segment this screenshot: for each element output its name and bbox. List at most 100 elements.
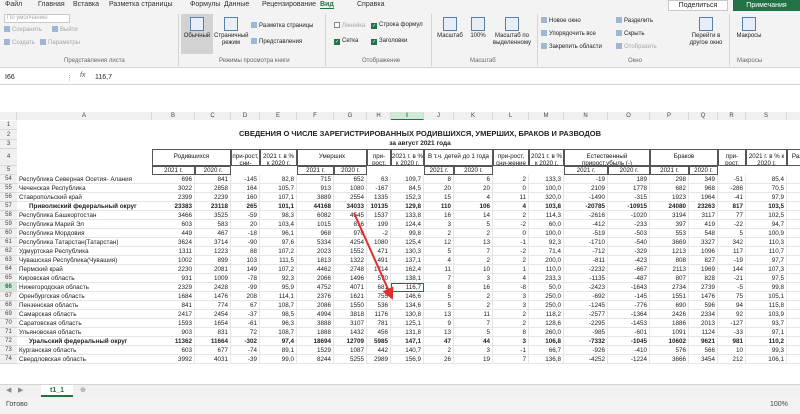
separator <box>537 14 538 66</box>
zoom-sel-label: Масштаб по выделенному <box>492 33 532 46</box>
spreadsheet-grid[interactable]: ABCDEFGHIJKLMNOPQRST СВЕДЕНИЯ О ЧИСЛЕ ЗА… <box>0 85 800 384</box>
save-icon <box>4 26 10 32</box>
group-window-label: Окно <box>628 58 642 64</box>
separator <box>729 14 730 66</box>
menu-tab[interactable]: Формулы <box>190 1 220 8</box>
row-header[interactable]: 1 <box>0 121 17 130</box>
formula-input[interactable]: 116,7 <box>95 72 112 83</box>
new-window-label: Новое окно <box>549 18 581 24</box>
gridlines-checkbox[interactable]: ✓ Сетка <box>334 38 358 45</box>
separator <box>178 14 179 66</box>
formula-bar: I66 ⋮ fx 116,7 <box>0 69 800 85</box>
add-sheet-icon[interactable]: ⊕ <box>80 386 86 394</box>
zoom-selection-icon <box>505 17 519 31</box>
menu-tab[interactable]: Рецензирование <box>262 1 316 8</box>
zoom-button[interactable]: Масштаб <box>434 14 466 54</box>
options-icon <box>40 39 46 45</box>
status-ready: Готово <box>6 401 28 408</box>
notes-button[interactable]: Примечания <box>733 0 800 11</box>
exit-button[interactable]: Выйти <box>52 26 78 33</box>
separator <box>431 14 432 66</box>
row-header[interactable]: 2 <box>0 130 17 140</box>
formula-bar-divider-icon: ⋮ <box>66 75 73 82</box>
keep-button[interactable]: Сохранить <box>4 26 42 33</box>
page-mode-label: Страничный режим <box>214 33 249 46</box>
group-sheet-view-label: Представления листа <box>64 58 125 64</box>
checkbox-icon <box>334 22 340 28</box>
normal-view-button[interactable]: Обычный <box>181 14 213 54</box>
group-macros-label: Макросы <box>737 58 763 64</box>
unhide-icon <box>616 43 622 49</box>
freeze-icon <box>541 43 547 49</box>
exit-label: Выйти <box>60 27 78 33</box>
page-layout-icon <box>251 22 257 28</box>
split-button[interactable]: Разделить <box>616 17 653 24</box>
scroll-right-icon[interactable]: ▶ <box>18 386 23 394</box>
macros-button[interactable]: Макросы <box>734 14 764 54</box>
zoom-100-icon <box>471 17 485 31</box>
formula-bar-checkbox[interactable]: ✓ Строка формул <box>371 22 423 29</box>
magnifier-icon <box>443 17 457 31</box>
menu-tab[interactable]: Главная <box>38 1 65 8</box>
status-zoom[interactable]: 100% <box>770 401 788 408</box>
checkbox-checked-icon: ✓ <box>371 23 377 29</box>
zoom100-label: 100% <box>470 33 486 39</box>
row-header[interactable]: 3 <box>0 140 17 149</box>
switch-windows-icon <box>699 17 713 31</box>
headings-label: Заголовки <box>379 38 408 44</box>
scroll-left-icon[interactable]: ◀ <box>6 386 11 394</box>
red-arrow-icon <box>353 212 394 300</box>
ribbon: По умолчанию Сохранить Выйти Создать Пар… <box>0 11 800 68</box>
zoom-100-button[interactable]: 100% <box>466 14 490 54</box>
function-icon[interactable]: fx <box>80 72 85 79</box>
page-break-view-button[interactable]: Страничный режим <box>214 14 249 54</box>
group-zoom-label: Масштаб <box>470 58 496 64</box>
headings-checkbox[interactable]: ✓ Заголовки <box>371 38 407 45</box>
options-button[interactable]: Параметры <box>40 39 80 46</box>
menu-tab[interactable]: Разметка страницы <box>109 1 173 8</box>
page-layout-label: Разметка страницы <box>259 23 314 29</box>
freeze-panes-button[interactable]: Закрепить области <box>541 43 602 50</box>
arrange-all-button[interactable]: Упорядочить все <box>541 30 596 37</box>
sheet-tab[interactable]: t1_1 <box>41 385 73 397</box>
row-header[interactable]: 4 <box>0 149 17 166</box>
ruler-checkbox[interactable]: Линейка <box>334 22 365 29</box>
menu-tab[interactable]: Вид <box>320 1 334 9</box>
menu-tab[interactable]: Данные <box>224 1 249 8</box>
hide-button[interactable]: Скрыть <box>616 30 644 37</box>
formula-bar-label: Строка формул <box>379 22 423 28</box>
keep-label: Сохранить <box>12 27 42 33</box>
sheet-view-select[interactable]: По умолчанию <box>4 14 70 23</box>
hide-icon <box>616 30 622 36</box>
new-label: Создать <box>12 40 35 46</box>
zoom-selection-button[interactable]: Масштаб по выделенному <box>490 14 534 54</box>
name-box[interactable]: I66 <box>3 72 49 83</box>
exit-icon <box>52 26 58 32</box>
menu-tab[interactable]: Файл <box>5 1 22 8</box>
new-window-button[interactable]: Новое окно <box>541 17 581 24</box>
custom-views-label: Представления <box>259 39 303 45</box>
hide-label: Скрыть <box>624 31 645 37</box>
group-show-label: Отображение <box>362 58 401 64</box>
options-label: Параметры <box>48 40 80 46</box>
freeze-label: Закрепить области <box>549 44 602 50</box>
new-view-button[interactable]: Создать <box>4 39 35 46</box>
switch-windows-button[interactable]: Перейти в другое окно <box>686 14 726 54</box>
ruler-label: Линейка <box>342 23 366 29</box>
unhide-button[interactable]: Отобразить <box>616 43 657 50</box>
share-button[interactable]: Поделиться <box>668 0 728 11</box>
custom-views-button[interactable]: Представления <box>251 38 302 45</box>
custom-views-icon <box>251 38 257 44</box>
checkbox-checked-icon: ✓ <box>371 39 377 45</box>
status-bar: Готово 100% <box>0 397 800 414</box>
page-layout-button[interactable]: Разметка страницы <box>251 22 313 29</box>
macros-label: Макросы <box>736 33 762 39</box>
arrange-all-label: Упорядочить все <box>549 31 596 37</box>
menu-tab[interactable]: Вставка <box>73 1 99 8</box>
unhide-label: Отобразить <box>624 44 657 50</box>
macros-icon <box>742 17 756 31</box>
sheet-tabs-bar: ◀ ▶ t1_1 ⊕ <box>0 384 800 397</box>
menu-tab[interactable]: Справка <box>357 1 384 8</box>
page-break-icon <box>224 17 238 31</box>
row-header[interactable]: 5 <box>0 166 17 175</box>
